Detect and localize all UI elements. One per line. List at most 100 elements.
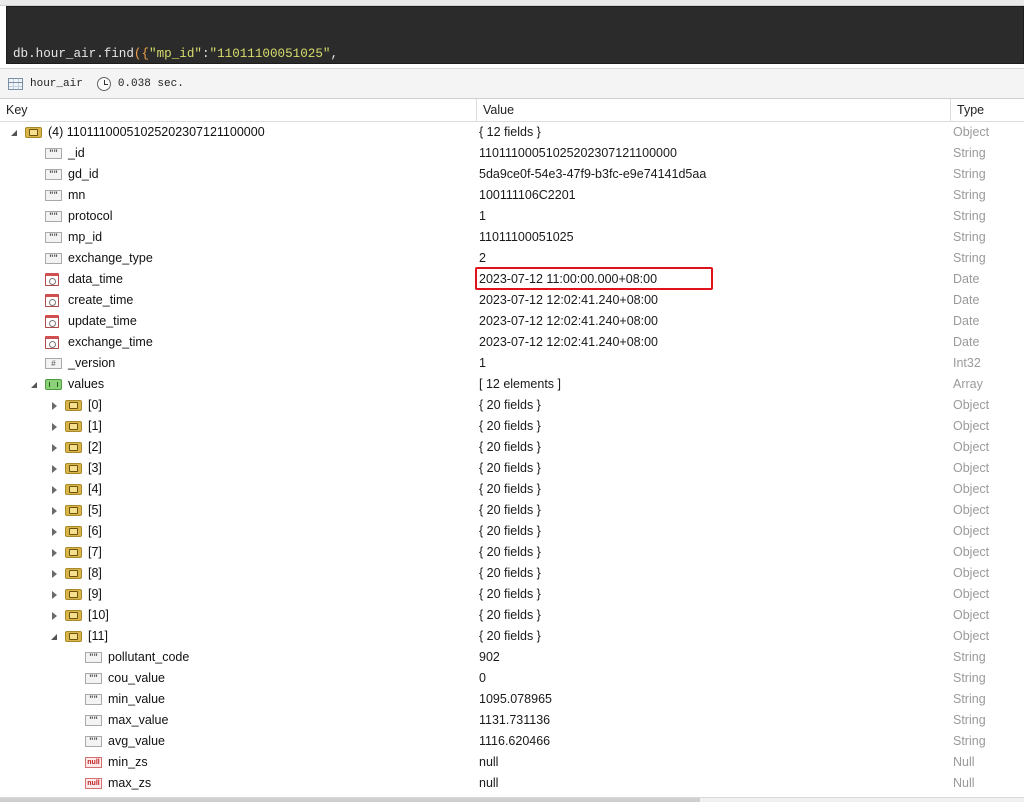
- tree-row[interactable]: cou_value 0 String: [0, 668, 1024, 689]
- value-cell[interactable]: 5da9ce0f-54e3-47f9-b3fc-e9e74141d5aa: [479, 164, 706, 185]
- value-cell[interactable]: 2: [479, 248, 486, 269]
- type-cell: Object: [953, 503, 990, 517]
- value-cell[interactable]: { 20 fields }: [479, 458, 541, 479]
- object-icon: [65, 484, 82, 495]
- collapse-arrow-icon[interactable]: [48, 505, 60, 517]
- tree-row[interactable]: max_value 1131.731136 String: [0, 710, 1024, 731]
- key-cell: mn: [28, 185, 85, 206]
- value-cell[interactable]: 1131.731136: [479, 710, 550, 731]
- value-cell[interactable]: { 20 fields }: [479, 395, 541, 416]
- value-cell[interactable]: 2023-07-12 12:02:41.240+08:00: [479, 311, 658, 332]
- tree-row[interactable]: min_value 1095.078965 String: [0, 689, 1024, 710]
- value-cell[interactable]: 902: [479, 647, 500, 668]
- value-cell[interactable]: { 20 fields }: [479, 479, 541, 500]
- value-cell[interactable]: [ 12 elements ]: [479, 374, 561, 395]
- value-cell[interactable]: { 20 fields }: [479, 542, 541, 563]
- query-editor[interactable]: db.hour_air.find({"mp_id":"1101110005102…: [6, 6, 1024, 64]
- tree-row[interactable]: create_time 2023-07-12 12:02:41.240+08:00…: [0, 290, 1024, 311]
- type-cell: Object: [953, 587, 990, 601]
- value-cell[interactable]: { 20 fields }: [479, 605, 541, 626]
- tree-row[interactable]: [10] { 20 fields } Object: [0, 605, 1024, 626]
- tree-row[interactable]: (4) 11011100051025202307121100000 { 12 fi…: [0, 122, 1024, 143]
- tree-row[interactable]: max_zs null Null: [0, 773, 1024, 794]
- value-cell[interactable]: 1095.078965: [479, 689, 552, 710]
- column-header-value[interactable]: Value: [476, 99, 950, 122]
- tree-row[interactable]: [7] { 20 fields } Object: [0, 542, 1024, 563]
- key-cell: _version: [28, 353, 115, 374]
- value-cell[interactable]: null: [479, 773, 498, 794]
- tree-row[interactable]: [8] { 20 fields } Object: [0, 563, 1024, 584]
- tree-row[interactable]: mn 100111106C2201 String: [0, 185, 1024, 206]
- tree-row[interactable]: [4] { 20 fields } Object: [0, 479, 1024, 500]
- tree-row[interactable]: avg_value 1116.620466 String: [0, 731, 1024, 752]
- collapse-arrow-icon[interactable]: [48, 526, 60, 538]
- collapse-arrow-icon[interactable]: [48, 568, 60, 580]
- string-icon: [85, 652, 102, 663]
- collapse-arrow-icon[interactable]: [48, 484, 60, 496]
- collapse-arrow-icon[interactable]: [48, 610, 60, 622]
- value-cell[interactable]: 11011100051025202307121100000: [479, 143, 677, 164]
- value-cell[interactable]: { 20 fields }: [479, 626, 541, 647]
- scrollbar-thumb[interactable]: [0, 798, 700, 802]
- tree-row[interactable]: [11] { 20 fields } Object: [0, 626, 1024, 647]
- value-cell[interactable]: 1116.620466: [479, 731, 550, 752]
- column-header-type[interactable]: Type: [950, 99, 1024, 122]
- key-cell: _id: [28, 143, 85, 164]
- value-cell[interactable]: { 20 fields }: [479, 584, 541, 605]
- value-cell[interactable]: { 20 fields }: [479, 500, 541, 521]
- tree-row[interactable]: exchange_type 2 String: [0, 248, 1024, 269]
- collapse-arrow-icon[interactable]: [48, 421, 60, 433]
- tree-row[interactable]: update_time 2023-07-12 12:02:41.240+08:00…: [0, 311, 1024, 332]
- tree-row[interactable]: [9] { 20 fields } Object: [0, 584, 1024, 605]
- value-cell[interactable]: 11011100051025: [479, 227, 574, 248]
- horizontal-scrollbar[interactable]: [0, 797, 1024, 802]
- tree-row[interactable]: gd_id 5da9ce0f-54e3-47f9-b3fc-e9e74141d5a…: [0, 164, 1024, 185]
- value-cell[interactable]: { 12 fields }: [479, 122, 541, 143]
- value-cell[interactable]: 0: [479, 668, 486, 689]
- object-icon: [65, 400, 82, 411]
- type-cell: Null: [953, 776, 975, 790]
- tree-row[interactable]: protocol 1 String: [0, 206, 1024, 227]
- column-header-key[interactable]: Key: [0, 99, 476, 122]
- value-cell[interactable]: { 20 fields }: [479, 416, 541, 437]
- collapse-arrow-icon[interactable]: [48, 547, 60, 559]
- collapse-arrow-icon[interactable]: [48, 589, 60, 601]
- tree-row[interactable]: [0] { 20 fields } Object: [0, 395, 1024, 416]
- value-cell[interactable]: null: [479, 752, 498, 773]
- object-icon: [65, 505, 82, 516]
- tree-row[interactable]: min_zs null Null: [0, 752, 1024, 773]
- tree-row[interactable]: mp_id 11011100051025 String: [0, 227, 1024, 248]
- tree-row[interactable]: data_time 2023-07-12 11:00:00.000+08:00 Da…: [0, 269, 1024, 290]
- value-cell[interactable]: 1: [479, 353, 486, 374]
- type-cell: String: [953, 713, 986, 727]
- value-cell[interactable]: { 20 fields }: [479, 521, 541, 542]
- tree-row[interactable]: exchange_time 2023-07-12 12:02:41.240+08:…: [0, 332, 1024, 353]
- value-cell[interactable]: { 20 fields }: [479, 437, 541, 458]
- value-cell[interactable]: 100111106C2201: [479, 185, 576, 206]
- value-cell[interactable]: 2023-07-12 11:00:00.000+08:00: [479, 269, 657, 290]
- tree-row[interactable]: [1] { 20 fields } Object: [0, 416, 1024, 437]
- tree-row[interactable]: [6] { 20 fields } Object: [0, 521, 1024, 542]
- expand-arrow-icon[interactable]: [8, 127, 20, 139]
- tree-row[interactable]: [5] { 20 fields } Object: [0, 500, 1024, 521]
- value-cell[interactable]: { 20 fields }: [479, 563, 541, 584]
- type-cell: Object: [953, 608, 990, 622]
- value-cell[interactable]: 2023-07-12 12:02:41.240+08:00: [479, 332, 658, 353]
- tree-row[interactable]: values [ 12 elements ] Array: [0, 374, 1024, 395]
- tree-row[interactable]: _id 11011100051025202307121100000 String: [0, 143, 1024, 164]
- collection-indicator[interactable]: hour_air: [8, 77, 83, 90]
- collapse-arrow-icon[interactable]: [48, 442, 60, 454]
- tree-row[interactable]: [3] { 20 fields } Object: [0, 458, 1024, 479]
- tree-row[interactable]: pollutant_code 902 String: [0, 647, 1024, 668]
- value-cell[interactable]: 1: [479, 206, 486, 227]
- expand-arrow-icon[interactable]: [48, 631, 60, 643]
- tree-row[interactable]: [2] { 20 fields } Object: [0, 437, 1024, 458]
- value-cell[interactable]: 2023-07-12 12:02:41.240+08:00: [479, 290, 658, 311]
- collapse-arrow-icon[interactable]: [48, 400, 60, 412]
- expand-arrow-icon[interactable]: [28, 379, 40, 391]
- collapse-arrow-icon[interactable]: [48, 463, 60, 475]
- tree-row[interactable]: _version 1 Int32: [0, 353, 1024, 374]
- key-cell: max_zs: [68, 773, 151, 794]
- key-cell: [9]: [48, 584, 102, 605]
